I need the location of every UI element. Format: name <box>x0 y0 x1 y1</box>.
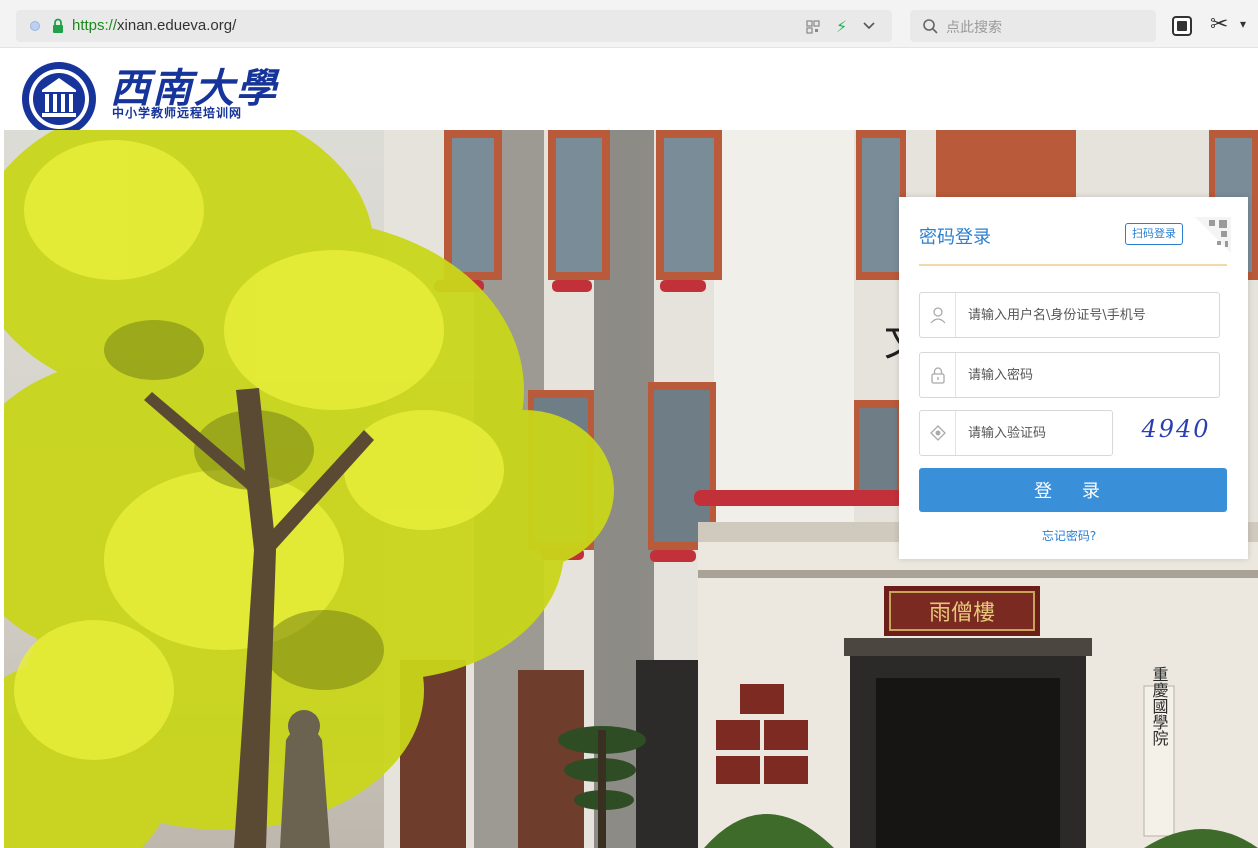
scissors-icon[interactable]: ✂ <box>1210 12 1228 37</box>
address-bar[interactable]: https://xinan.edueva.org/ ⚡ <box>16 10 892 42</box>
door-sign: 重慶國學院 <box>1150 666 1169 747</box>
username-input[interactable] <box>968 303 1208 327</box>
university-seal-icon[interactable] <box>20 60 98 138</box>
bolt-icon[interactable]: ⚡ <box>836 17 847 36</box>
extension-icon[interactable] <box>1172 16 1192 36</box>
url-host: xinan.edueva.org/ <box>117 17 237 34</box>
login-button[interactable]: 登 录 <box>919 468 1227 512</box>
qr-login-corner-icon[interactable] <box>1195 217 1231 253</box>
login-panel: 密码登录 扫码登录 请输入用户名\身份证号\手机号 请输入验证码 4940 登 … <box>899 197 1248 559</box>
captcha-shield-icon <box>920 411 956 455</box>
scan-login-tag[interactable]: 扫码登录 <box>1125 223 1183 245</box>
lock-icon <box>53 18 63 33</box>
title-divider <box>919 264 1227 266</box>
logo-subtitle: 中小学教师远程培训网 <box>112 106 243 120</box>
captcha-input[interactable] <box>968 421 1108 445</box>
chevron-down-icon[interactable] <box>862 18 876 32</box>
captcha-image[interactable]: 4940 <box>1131 411 1221 447</box>
browser-search[interactable]: 点此搜索 <box>910 10 1156 42</box>
site-dot-icon <box>30 21 40 31</box>
url-text[interactable]: https://xinan.edueva.org/ <box>72 17 236 34</box>
padlock-icon <box>920 353 956 397</box>
captcha-field[interactable] <box>919 410 1113 456</box>
site-header: 西南大學 中小学教师远程培训网 <box>0 48 1258 136</box>
building-plaque: 雨僧樓 <box>929 601 995 626</box>
search-icon <box>923 19 938 34</box>
password-field[interactable] <box>919 352 1220 398</box>
user-icon <box>920 293 956 337</box>
forgot-password-link[interactable]: 忘记密码? <box>899 527 1239 544</box>
username-field[interactable] <box>919 292 1220 338</box>
qr-code-icon[interactable] <box>806 20 820 34</box>
scissors-menu-caret-icon[interactable]: ▾ <box>1240 17 1246 31</box>
browser-toolbar: https://xinan.edueva.org/ ⚡ 点此搜索 ✂ ▾ <box>0 0 1258 48</box>
password-input[interactable] <box>968 363 1208 387</box>
search-placeholder: 点此搜索 <box>946 20 1002 36</box>
url-scheme: https:// <box>72 17 118 34</box>
login-title: 密码登录 <box>919 227 991 248</box>
